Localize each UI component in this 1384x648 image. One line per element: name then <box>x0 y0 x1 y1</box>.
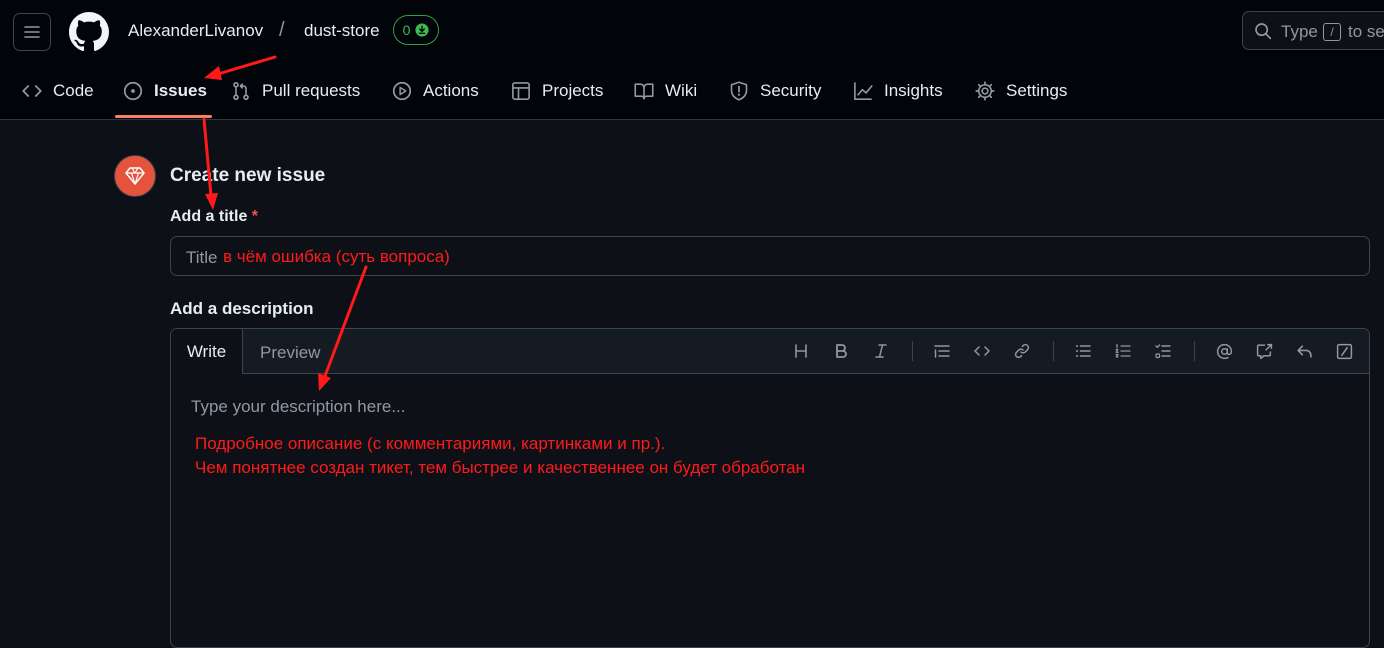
tab-code[interactable]: Code <box>22 77 94 105</box>
gem-icon <box>123 164 147 188</box>
hamburger-icon <box>24 24 40 40</box>
search-placeholder: Type <box>1281 22 1318 41</box>
write-tab[interactable]: Write <box>171 329 243 374</box>
tab-wiki[interactable]: Wiki <box>634 77 697 105</box>
tab-issues[interactable]: Issues <box>123 77 207 105</box>
tab-security-label: Security <box>760 81 822 100</box>
code-icon <box>22 81 42 101</box>
book-icon <box>634 81 654 101</box>
tab-projects[interactable]: Projects <box>511 77 603 105</box>
search-placeholder-end: to se <box>1348 22 1384 41</box>
code-icon[interactable] <box>972 341 992 361</box>
table-icon <box>511 81 531 101</box>
required-mark: * <box>251 208 259 225</box>
play-icon <box>392 81 412 101</box>
title-label-text: Add a title <box>170 208 248 225</box>
counter-value: 0 <box>402 22 411 38</box>
toolbar-divider <box>912 341 913 361</box>
unordered-list-icon[interactable] <box>1073 341 1093 361</box>
description-label: Add a description <box>170 299 314 318</box>
hamburger-menu-button[interactable] <box>13 13 51 51</box>
reply-icon[interactable] <box>1294 341 1314 361</box>
tab-insights-label: Insights <box>884 81 943 100</box>
tab-pull-requests[interactable]: Pull requests <box>231 77 360 105</box>
repo-name-link[interactable]: dust-store <box>304 21 380 41</box>
shield-icon <box>729 81 749 101</box>
title-label: Add a title * <box>170 208 258 226</box>
tab-projects-label: Projects <box>542 81 604 100</box>
italic-icon[interactable] <box>871 341 891 361</box>
tab-actions[interactable]: Actions <box>392 77 479 105</box>
search-shortcut-key: / <box>1323 23 1341 41</box>
graph-icon <box>853 81 873 101</box>
tab-issues-label: Issues <box>154 81 207 100</box>
toolbar-divider <box>1194 341 1195 361</box>
repo-counter-badge[interactable]: 0 <box>393 15 439 45</box>
tab-actions-label: Actions <box>423 81 479 100</box>
repo-owner-link[interactable]: AlexanderLivanov <box>128 21 263 41</box>
active-tab-indicator <box>115 115 212 118</box>
annotation-desc-note-1: Подробное описание (с комментариями, кар… <box>195 434 666 453</box>
tab-wiki-label: Wiki <box>665 81 698 100</box>
link-icon[interactable] <box>1012 341 1032 361</box>
cross-reference-icon[interactable] <box>1254 341 1274 361</box>
slash-command-icon[interactable] <box>1334 341 1354 361</box>
search-icon <box>1254 22 1272 40</box>
repo-header: AlexanderLivanov / dust-store 0 Type / t… <box>0 0 1384 120</box>
download-icon <box>415 23 429 37</box>
heading-icon[interactable] <box>791 341 811 361</box>
page-title: Create new issue <box>170 165 326 186</box>
title-placeholder: Title <box>186 248 218 267</box>
gear-icon <box>975 81 995 101</box>
annotation-title-note: в чём ошибка (суть вопроса) <box>223 247 450 266</box>
preview-tab[interactable]: Preview <box>260 343 320 363</box>
task-list-icon[interactable] <box>1153 341 1173 361</box>
annotation-desc-note-2: Чем понятнее создан тикет, тем быстрее и… <box>195 458 806 477</box>
git-pull-request-icon <box>231 81 251 101</box>
tab-settings[interactable]: Settings <box>975 77 1067 105</box>
issue-opened-icon <box>123 81 143 101</box>
tab-security[interactable]: Security <box>729 77 821 105</box>
github-logo-icon[interactable] <box>69 12 109 52</box>
tab-code-label: Code <box>53 81 94 100</box>
search-input[interactable]: Type / to se <box>1242 11 1384 50</box>
bold-icon[interactable] <box>831 341 851 361</box>
breadcrumb-separator: / <box>279 19 285 41</box>
description-editor: Write Preview Type your description here… <box>170 328 1370 648</box>
description-textarea[interactable]: Type your description here... <box>191 397 406 417</box>
tab-insights[interactable]: Insights <box>853 77 943 105</box>
tab-pull-requests-label: Pull requests <box>262 81 361 100</box>
quote-icon[interactable] <box>932 341 952 361</box>
ordered-list-icon[interactable] <box>1113 341 1133 361</box>
avatar <box>114 155 156 197</box>
toolbar-divider <box>1053 341 1054 361</box>
mention-icon[interactable] <box>1214 341 1234 361</box>
editor-toolbar: Write Preview <box>171 329 1369 374</box>
tab-settings-label: Settings <box>1006 81 1068 100</box>
